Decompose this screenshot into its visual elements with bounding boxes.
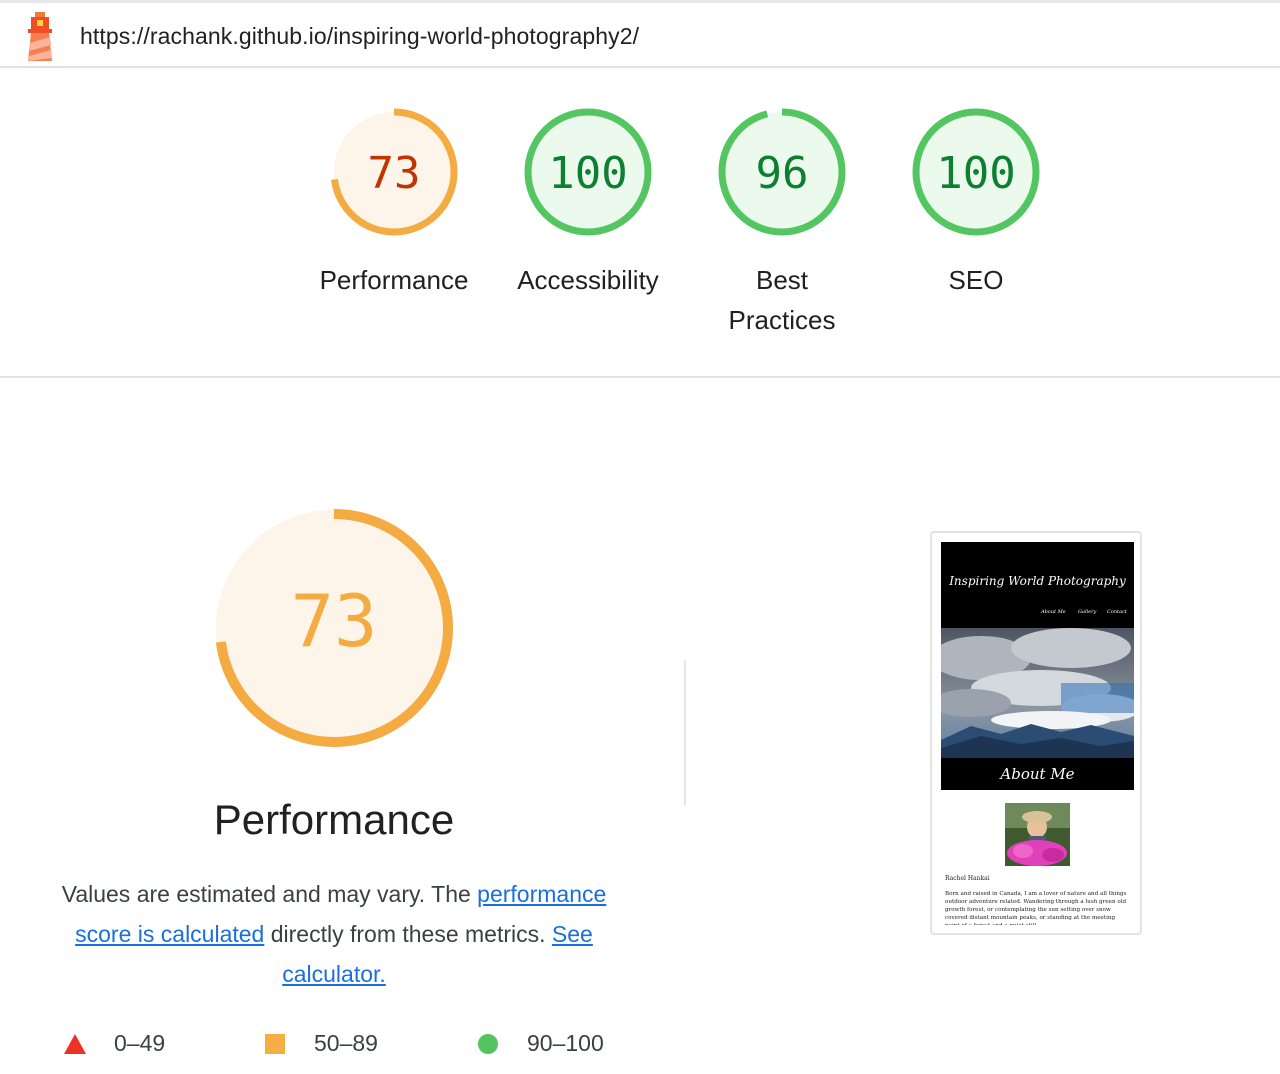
legend-average: 50–89: [264, 1028, 444, 1060]
author-name: Rachel Hankai: [945, 875, 990, 882]
site-nav-gallery: Gallery: [1078, 609, 1097, 615]
site-header: Inspiring World Photography About Me Gal…: [941, 542, 1134, 628]
profile-photo: [1005, 803, 1070, 866]
lighthouse-icon: [28, 12, 52, 61]
legend-average-range: 50–89: [314, 1030, 378, 1056]
gauge-accessibility-score: 100: [548, 148, 627, 199]
final-screenshot[interactable]: Inspiring World Photography About Me Gal…: [930, 531, 1142, 935]
section-title: About Me: [941, 758, 1134, 790]
description-text-2: directly from these metrics.: [264, 921, 552, 947]
gauge-seo-label: SEO: [948, 265, 1004, 295]
legend-pass: 90–100: [477, 1028, 657, 1060]
square-icon: [265, 1034, 285, 1054]
gauge-performance-ring: 73: [330, 108, 458, 236]
site-nav-contact: Contact: [1107, 609, 1127, 615]
circle-icon: [478, 1034, 498, 1054]
gauge-accessibility-ring: 100: [524, 108, 652, 236]
legend-pass-range: 90–100: [527, 1030, 604, 1056]
gauge-performance[interactable]: 73 Performance: [304, 106, 484, 300]
gauge-seo[interactable]: 100 SEO: [886, 106, 1066, 300]
triangle-icon: [64, 1034, 86, 1054]
category-gauges: 73 Performance 100 Accessibility 96 Best…: [0, 68, 1280, 378]
gauge-seo-ring: 100: [912, 108, 1040, 236]
performance-gauge: 73: [215, 509, 453, 747]
gauge-performance-label: Performance: [319, 265, 469, 295]
url-bar: https://rachank.github.io/inspiring-worl…: [0, 0, 1280, 68]
gauge-best-practices-score: 96: [756, 148, 809, 199]
site-title: Inspiring World Photography: [949, 574, 1126, 588]
vertical-divider: [684, 660, 686, 805]
gauge-best-practices[interactable]: 96 Best Practices: [692, 106, 872, 340]
performance-title: Performance: [213, 796, 455, 843]
site-nav-about: About Me: [1041, 609, 1066, 615]
gauge-performance-score: 73: [368, 148, 421, 199]
gauge-seo-score: 100: [936, 148, 1015, 199]
gauge-accessibility-label: Accessibility: [517, 265, 659, 295]
gauge-best-practices-label: Best Practices: [728, 265, 836, 335]
author-bio: Born and raised in Canada, I am a lover …: [945, 891, 1127, 925]
performance-description: Values are estimated and may vary. The p…: [34, 874, 634, 994]
legend-fail-range: 0–49: [114, 1030, 166, 1056]
gauge-best-practices-ring: 96: [718, 108, 846, 236]
legend-fail: 0–49: [64, 1028, 244, 1060]
description-text: Values are estimated and may vary. The: [61, 881, 478, 907]
page-url[interactable]: https://rachank.github.io/inspiring-worl…: [80, 23, 639, 50]
gauge-accessibility[interactable]: 100 Accessibility: [498, 106, 678, 300]
performance-score: 73: [291, 579, 378, 663]
